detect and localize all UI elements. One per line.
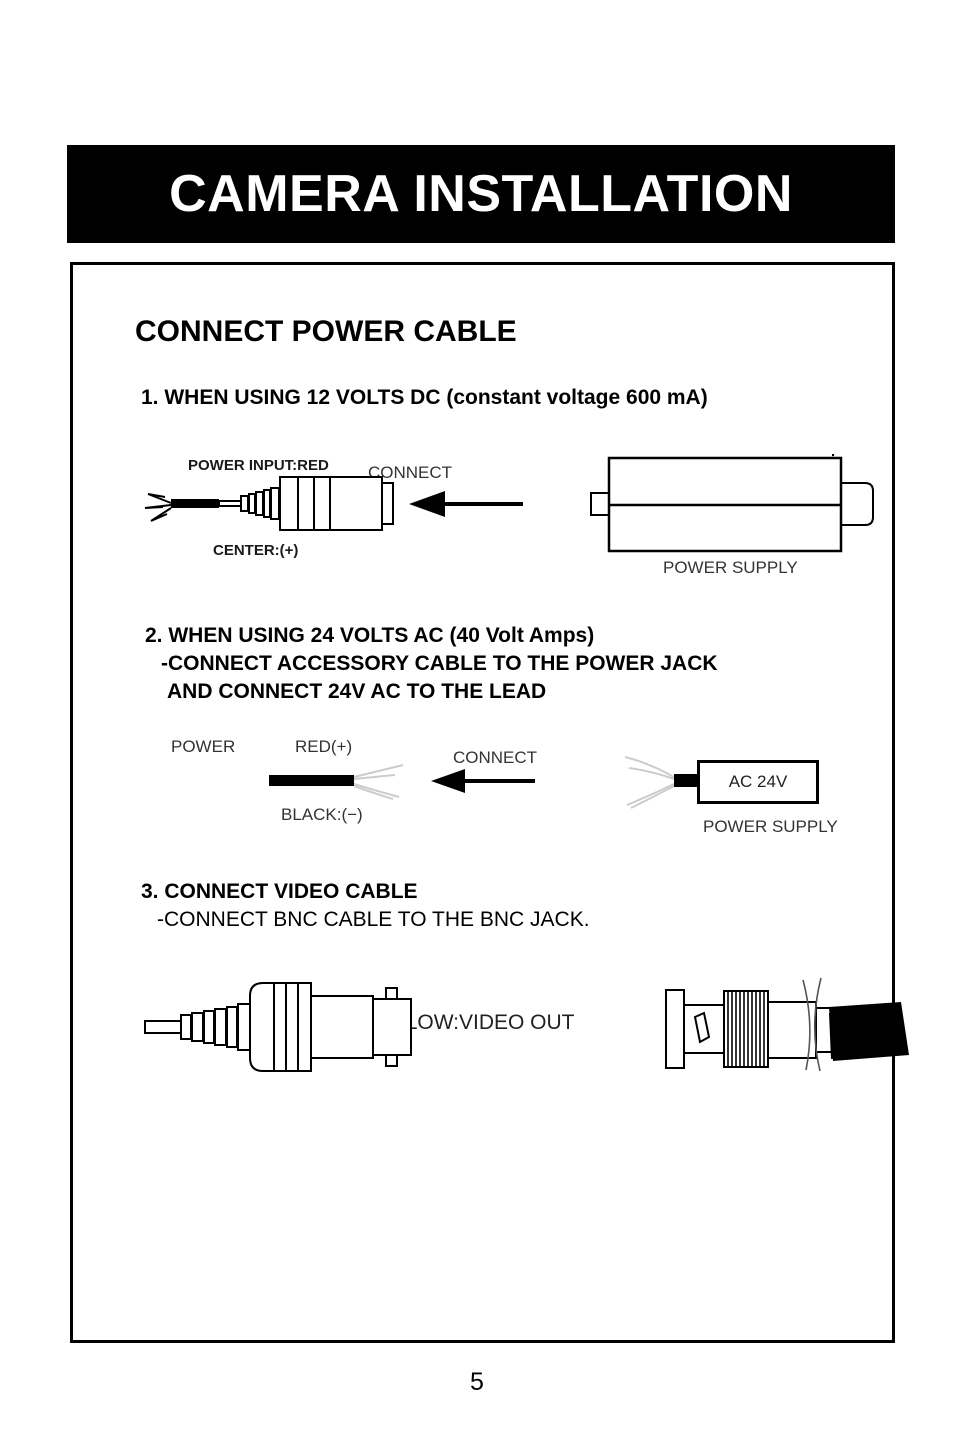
- page-number: 5: [470, 1368, 484, 1396]
- page-title-banner: CAMERA INSTALLATION: [67, 145, 895, 243]
- page-title: CAMERA INSTALLATION: [169, 165, 793, 223]
- diagram-bnc-graphic: [144, 977, 909, 1072]
- content-frame: CONNECT POWER CABLE 1. WHEN USING 12 VOL…: [70, 262, 909, 1343]
